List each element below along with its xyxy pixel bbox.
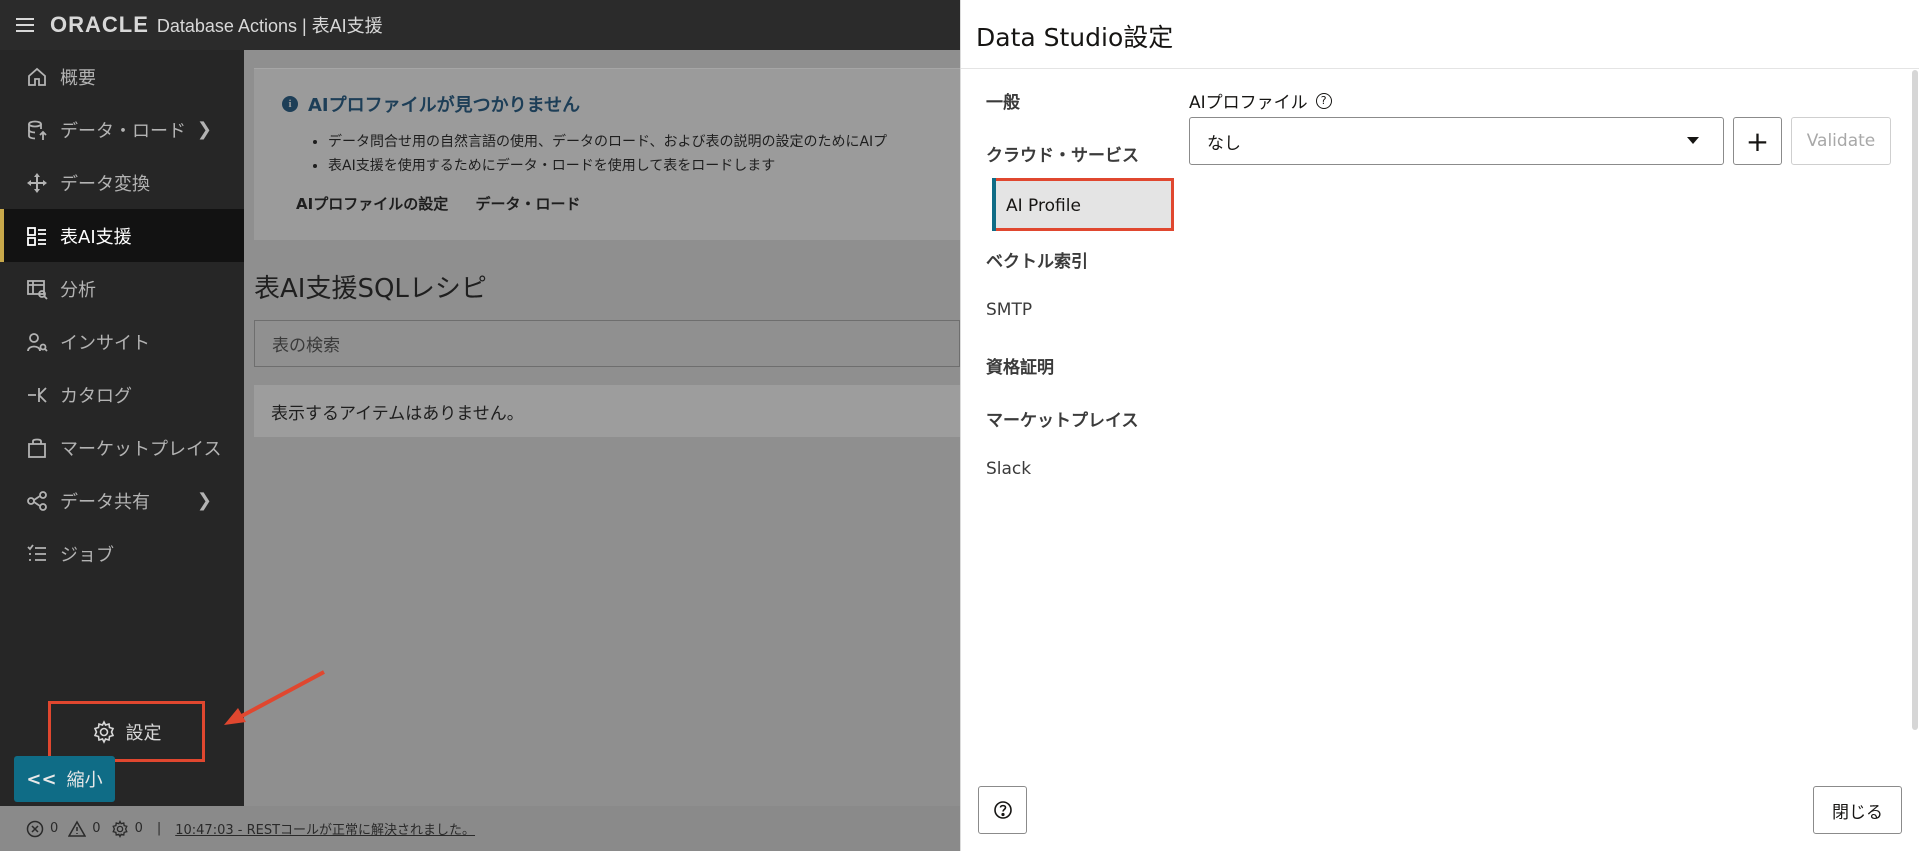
sidebar-item-label: インサイト	[60, 332, 150, 354]
add-profile-button[interactable]: +	[1733, 117, 1782, 165]
settings-button[interactable]: 設定	[48, 701, 205, 762]
catalog-icon	[24, 382, 50, 408]
sidebar-item-data-share[interactable]: データ共有 ❯	[0, 474, 244, 527]
database-upload-icon	[24, 117, 50, 143]
main-content: i AIプロファイルが見つかりません データ問合せ用の自然言語の使用、データのロ…	[244, 50, 960, 806]
hamburger-menu-icon[interactable]	[0, 0, 50, 50]
sidebar-item-data-load[interactable]: データ・ロード ❯	[0, 103, 244, 156]
error-count[interactable]: 0	[26, 820, 58, 838]
chevron-right-icon[interactable]: ❯	[197, 119, 212, 140]
table-list-icon	[24, 223, 50, 249]
tab-vector-index[interactable]: ベクトル索引	[986, 247, 1088, 272]
warning-count[interactable]: 0	[68, 819, 101, 838]
sidebar-item-insight[interactable]: インサイト	[0, 315, 244, 368]
page-title: 表AI支援SQLレシピ	[254, 274, 487, 304]
table-search-input[interactable]: 表の検索	[254, 320, 960, 367]
tab-ai-profile[interactable]: AI Profile	[992, 178, 1174, 231]
app-title: Database Actions | 表AI支援	[156, 16, 383, 36]
sidebar-item-label: ジョブ	[60, 544, 114, 566]
data-load-link[interactable]: データ・ロード	[475, 195, 580, 213]
notice-links: AIプロファイルの設定 データ・ロード	[296, 193, 602, 214]
sidebar-item-analysis[interactable]: 分析	[0, 262, 244, 315]
notice-bullet: データ問合せ用の自然言語の使用、データのロード、および表の説明の設定のためにAI…	[328, 131, 887, 151]
insight-person-icon	[24, 329, 50, 355]
tab-ai-profile-label: AI Profile	[1006, 196, 1081, 216]
analytics-icon	[24, 276, 50, 302]
gear-icon	[111, 819, 128, 838]
status-separator: |	[156, 821, 162, 836]
home-icon	[24, 64, 50, 90]
sidebar-item-label: 概要	[60, 67, 96, 89]
notice-title-text: AIプロファイルが見つかりません	[308, 95, 581, 116]
caret-down-icon	[1687, 137, 1699, 144]
settings-label: 設定	[125, 722, 162, 744]
sidebar-item-table-ai-assist[interactable]: 表AI支援	[0, 209, 244, 262]
ai-profile-select-value: なし	[1207, 133, 1241, 154]
sidebar-item-label: 表AI支援	[60, 226, 132, 248]
notice-title: i AIプロファイルが見つかりません	[282, 91, 580, 117]
empty-message: 表示するアイテムはありません。	[254, 385, 960, 437]
collapse-button[interactable]: << 縮小	[14, 756, 115, 802]
warning-triangle-icon	[68, 819, 87, 837]
close-button[interactable]: 閉じる	[1813, 786, 1902, 834]
info-icon: i	[282, 96, 298, 112]
share-icon	[24, 488, 50, 514]
tab-marketplace[interactable]: マーケットプレイス	[986, 406, 1139, 431]
ai-profile-notice: i AIプロファイルが見つかりません データ問合せ用の自然言語の使用、データのロ…	[254, 68, 960, 240]
sidebar-item-marketplace[interactable]: マーケットプレイス	[0, 421, 244, 474]
help-circle-icon[interactable]: ?	[1315, 92, 1332, 109]
sidebar-item-data-transform[interactable]: データ変換	[0, 156, 244, 209]
sidebar-item-label: カタログ	[60, 385, 132, 407]
double-chevron-left-icon: <<	[26, 768, 57, 790]
sidebar-item-label: データ・ロード	[60, 120, 186, 142]
ai-profile-field-label: AIプロファイル ?	[1189, 88, 1332, 113]
move-arrows-icon	[24, 170, 50, 196]
sidebar-item-label: データ共有	[60, 491, 150, 513]
panel-title: Data Studio設定	[976, 23, 1174, 52]
shopping-bag-icon	[24, 435, 50, 461]
sidebar: 概要 データ・ロード ❯ データ変換 表AI支援 分析 インサイト カタログ マ…	[0, 50, 244, 806]
task-count[interactable]: 0	[111, 819, 143, 838]
error-circle-icon	[26, 820, 44, 837]
collapse-label: 縮小	[66, 770, 103, 791]
ai-profile-select[interactable]: なし	[1189, 117, 1724, 165]
tab-smtp[interactable]: SMTP	[986, 300, 1032, 320]
notice-bullets: データ問合せ用の自然言語の使用、データのロード、および表の説明の設定のためにAI…	[328, 131, 887, 179]
sidebar-item-overview[interactable]: 概要	[0, 50, 244, 103]
sidebar-item-label: マーケットプレイス	[60, 438, 222, 460]
status-bar: 0 0 0 | 10:47:03 - RESTコールが正常に解決されました。	[0, 806, 960, 851]
panel-scrollbar[interactable]	[1912, 70, 1918, 730]
annotation-arrow	[224, 670, 325, 725]
help-circle-icon	[993, 801, 1012, 819]
panel-divider	[961, 68, 1919, 69]
tab-credentials[interactable]: 資格証明	[986, 353, 1054, 378]
sidebar-item-jobs[interactable]: ジョブ	[0, 527, 244, 580]
sidebar-item-catalog[interactable]: カタログ	[0, 368, 244, 421]
oracle-logo: ORACLE	[50, 12, 149, 37]
sidebar-item-label: 分析	[60, 279, 96, 301]
chevron-right-icon[interactable]: ❯	[197, 490, 212, 511]
tab-active-indicator	[992, 178, 996, 231]
panel-help-button[interactable]	[978, 786, 1027, 834]
tab-slack[interactable]: Slack	[986, 459, 1031, 479]
job-list-icon	[24, 541, 50, 567]
ai-profile-settings-link[interactable]: AIプロファイルの設定	[296, 195, 448, 213]
tab-general[interactable]: 一般	[986, 88, 1020, 113]
status-message-link[interactable]: 10:47:03 - RESTコールが正常に解決されました。	[175, 819, 475, 838]
validate-button[interactable]: Validate	[1791, 117, 1891, 165]
notice-bullet: 表AI支援を使用するためにデータ・ロードを使用して表をロードします	[328, 155, 887, 175]
sidebar-item-label: データ変換	[60, 173, 150, 195]
gear-icon	[92, 719, 116, 744]
tab-cloud-services[interactable]: クラウド・サービス	[986, 141, 1139, 166]
